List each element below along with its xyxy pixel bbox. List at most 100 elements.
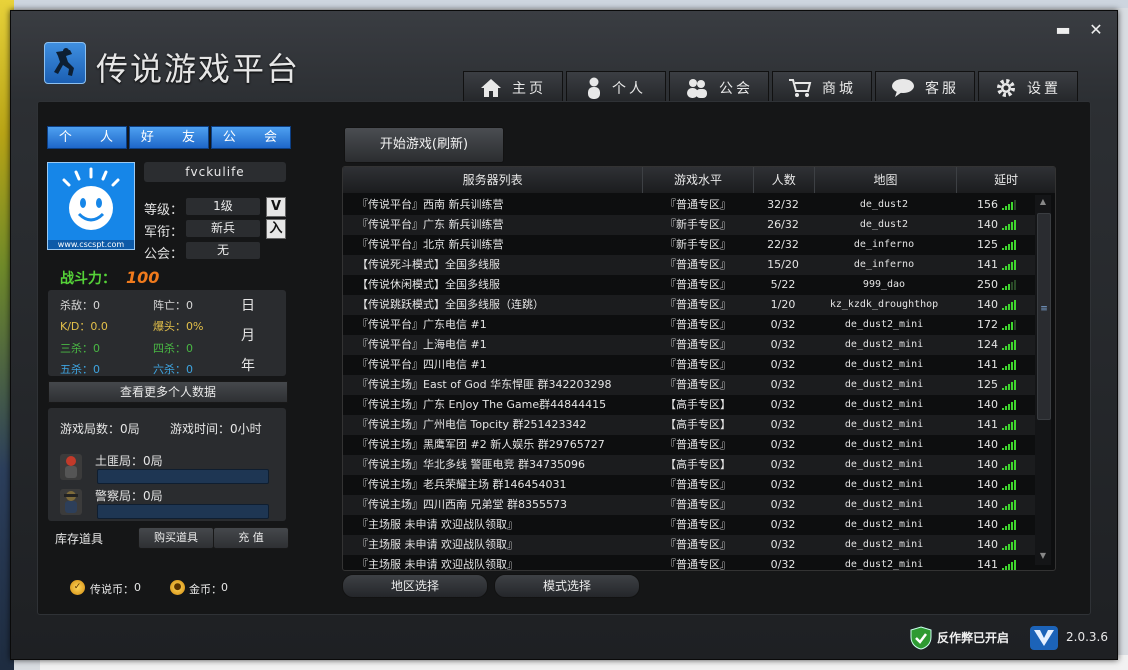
tab-guild[interactable]: 公 会 — [211, 126, 291, 149]
tab-personal[interactable]: 个 人 — [47, 126, 127, 149]
server-scrollbar[interactable]: ▲ ≡ ▼ — [1035, 195, 1051, 565]
version-logo-icon — [1030, 626, 1058, 650]
level-label: 等级： — [144, 203, 184, 218]
server-row[interactable]: 『传说平台』四川电信 #1 『普通专区』 0/32 de_dust2_mini 141 — [343, 355, 1037, 375]
scroll-down-icon[interactable]: ▼ — [1038, 551, 1048, 560]
server-row[interactable]: 『传说平台』广东 新兵训练营 『新手专区』 26/32 de_dust2 140 — [343, 215, 1037, 235]
server-row[interactable]: 【传说死斗模式】全国多线服 『普通专区』 15/20 de_inferno 141 — [343, 255, 1037, 275]
server-players: 0/32 — [770, 338, 796, 351]
server-row[interactable]: 『传说主场』East of God 华东悍匪 群342203298 『普通专区』 0… — [343, 375, 1037, 395]
nav-support[interactable]: 客服 — [875, 71, 975, 104]
stat-triple: 三杀：0 — [60, 342, 100, 355]
signal-icon — [1002, 260, 1016, 270]
server-map: de_dust2_mini — [844, 479, 924, 490]
scroll-thumb[interactable]: ≡ — [1037, 213, 1051, 420]
server-level: 『普通专区』 — [665, 378, 731, 391]
mode-select-button[interactable]: 模式选择 — [494, 574, 640, 598]
server-ping: 140 — [955, 515, 1037, 535]
chat-icon — [892, 79, 914, 97]
server-players: 1/20 — [770, 298, 796, 311]
server-players: 0/32 — [770, 318, 796, 331]
nav-profile-label: 个人 — [612, 81, 646, 97]
region-select-button[interactable]: 地区选择 — [342, 574, 488, 598]
server-ping-value: 140 — [977, 398, 998, 411]
server-row[interactable]: 『传说主场』华北多线 警匪电竞 群34735096 【高手专区】 0/32 de_du… — [343, 455, 1037, 475]
server-row[interactable]: 『传说平台』广东电信 #1 『普通专区』 0/32 de_dust2_mini 172 — [343, 315, 1037, 335]
server-row[interactable]: 『传说主场』广东 EnJoy The Game群44844415 【高手专区】 0/… — [343, 395, 1037, 415]
guild-label: 公会： — [144, 247, 184, 262]
avatar-caption: www.cscspt.com — [48, 240, 134, 249]
signal-icon — [1002, 380, 1016, 390]
server-row[interactable]: 『传说主场』黑鹰军团 #2 新人娱乐 群29765727 『普通专区』 0/32 de… — [343, 435, 1037, 455]
col-server[interactable]: 服务器列表 — [343, 167, 644, 193]
legend-coin-icon: ✓ — [70, 580, 85, 595]
server-row[interactable]: 『传说主场』广州电信 Topcity 群251423342 【高手专区】 0/32 d… — [343, 415, 1037, 435]
nav-guild[interactable]: 公会 — [669, 71, 769, 104]
period-month[interactable]: 月 — [241, 325, 255, 345]
nav-shop[interactable]: 商城 — [772, 71, 872, 104]
col-players[interactable]: 人数 — [754, 167, 815, 193]
recharge-button[interactable]: 充 值 — [213, 527, 289, 549]
server-players: 0/32 — [770, 438, 796, 451]
period-year[interactable]: 年 — [241, 355, 255, 375]
server-row[interactable]: 『传说主场』四川西南 兄弟堂 群8355573 『普通专区』 0/32 de_dust… — [343, 495, 1037, 515]
stat-deaths: 阵亡：0 — [153, 299, 193, 312]
signal-icon — [1002, 220, 1016, 230]
server-row[interactable]: 『主场服 未申请 欢迎战队领取』 『普通专区』 0/32 de_dust2_mini 1… — [343, 535, 1037, 555]
minimize-button[interactable]: ▬ — [1054, 21, 1072, 39]
server-ping-value: 124 — [977, 338, 998, 351]
ct-side-games: 警察局：0局 — [95, 489, 163, 503]
server-ping: 156 — [955, 195, 1037, 215]
nav-guild-label: 公会 — [719, 81, 753, 97]
home-icon — [481, 79, 501, 97]
stat-headshot: 爆头：0% — [153, 320, 204, 333]
server-row[interactable]: 『传说平台』上海电信 #1 『普通专区』 0/32 de_dust2_mini 124 — [343, 335, 1037, 355]
server-level: 『普通专区』 — [665, 258, 731, 271]
server-ping: 140 — [955, 535, 1037, 555]
server-map: de_dust2_mini — [844, 379, 924, 390]
server-name: 『传说主场』四川西南 兄弟堂 群8355573 — [357, 498, 567, 511]
server-list-header: 服务器列表 游戏水平 人数 地图 延时 — [343, 167, 1055, 193]
server-players: 15/20 — [767, 258, 799, 271]
server-row[interactable]: 『主场服 未申请 欢迎战队领取』 『普通专区』 0/32 de_dust2_mini 1… — [343, 515, 1037, 535]
version-label: 2.0.3.6 — [1066, 630, 1108, 644]
server-players: 0/32 — [770, 418, 796, 431]
stat-kd: K/D：0.0 — [60, 320, 108, 333]
server-row[interactable]: 【传说跳跃模式】全国多线服（连跳） 『普通专区』 1/20 kz_kzdk_droug… — [343, 295, 1037, 315]
server-map: de_dust2_mini — [844, 319, 924, 330]
app-title: 传说游戏平台 — [96, 50, 301, 88]
scroll-up-icon[interactable]: ▲ — [1038, 197, 1048, 206]
server-row[interactable]: 『传说平台』西南 新兵训练营 『普通专区』 32/32 de_dust2 156 — [343, 195, 1037, 215]
buy-items-button[interactable]: 购买道具 — [138, 527, 214, 549]
server-players: 22/32 — [767, 238, 799, 251]
inventory-label[interactable]: 库存道具 — [55, 530, 103, 547]
server-ping: 140 — [955, 215, 1037, 235]
signal-icon — [1002, 480, 1016, 490]
server-row[interactable]: 『传说平台』北京 新兵训练营 『新手专区』 22/32 de_inferno 125 — [343, 235, 1037, 255]
close-button[interactable]: ✕ — [1087, 21, 1105, 39]
server-row[interactable]: 【传说休闲模式】全国多线服 『普通专区』 5/22 999_dao 250 — [343, 275, 1037, 295]
col-ping[interactable]: 延时 — [957, 167, 1055, 193]
nav-profile[interactable]: 个人 — [566, 71, 666, 104]
server-level: 『普通专区』 — [665, 518, 731, 531]
more-stats-button[interactable]: 查看更多个人数据 — [48, 381, 288, 403]
avatar[interactable]: www.cscspt.com — [47, 162, 135, 250]
app-logo-icon — [44, 42, 86, 84]
start-game-button[interactable]: 开始游戏(刷新) — [344, 127, 504, 163]
server-name: 『传说主场』广州电信 Topcity 群251423342 — [357, 418, 587, 431]
tab-friends[interactable]: 好 友 — [129, 126, 209, 149]
server-row[interactable]: 『主场服 未申请 欢迎战队领取』 『普通专区』 0/32 de_dust2_mini 1… — [343, 555, 1037, 570]
server-map: de_dust2_mini — [844, 419, 924, 430]
nav-settings[interactable]: 设置 — [978, 71, 1078, 104]
server-players: 0/32 — [770, 458, 796, 471]
nav-settings-label: 设置 — [1027, 81, 1061, 97]
nav-home[interactable]: 主页 — [463, 71, 563, 104]
col-map[interactable]: 地图 — [815, 167, 958, 193]
server-level: 『普通专区』 — [665, 318, 731, 331]
period-day[interactable]: 日 — [241, 295, 255, 315]
server-row[interactable]: 『传说主场』老兵荣耀主场 群146454031 『普通专区』 0/32 de_dust… — [343, 475, 1037, 495]
col-level[interactable]: 游戏水平 — [643, 167, 754, 193]
server-players: 0/32 — [770, 398, 796, 411]
server-name: 『传说平台』广东电信 #1 — [357, 318, 487, 331]
signal-icon — [1002, 560, 1016, 570]
